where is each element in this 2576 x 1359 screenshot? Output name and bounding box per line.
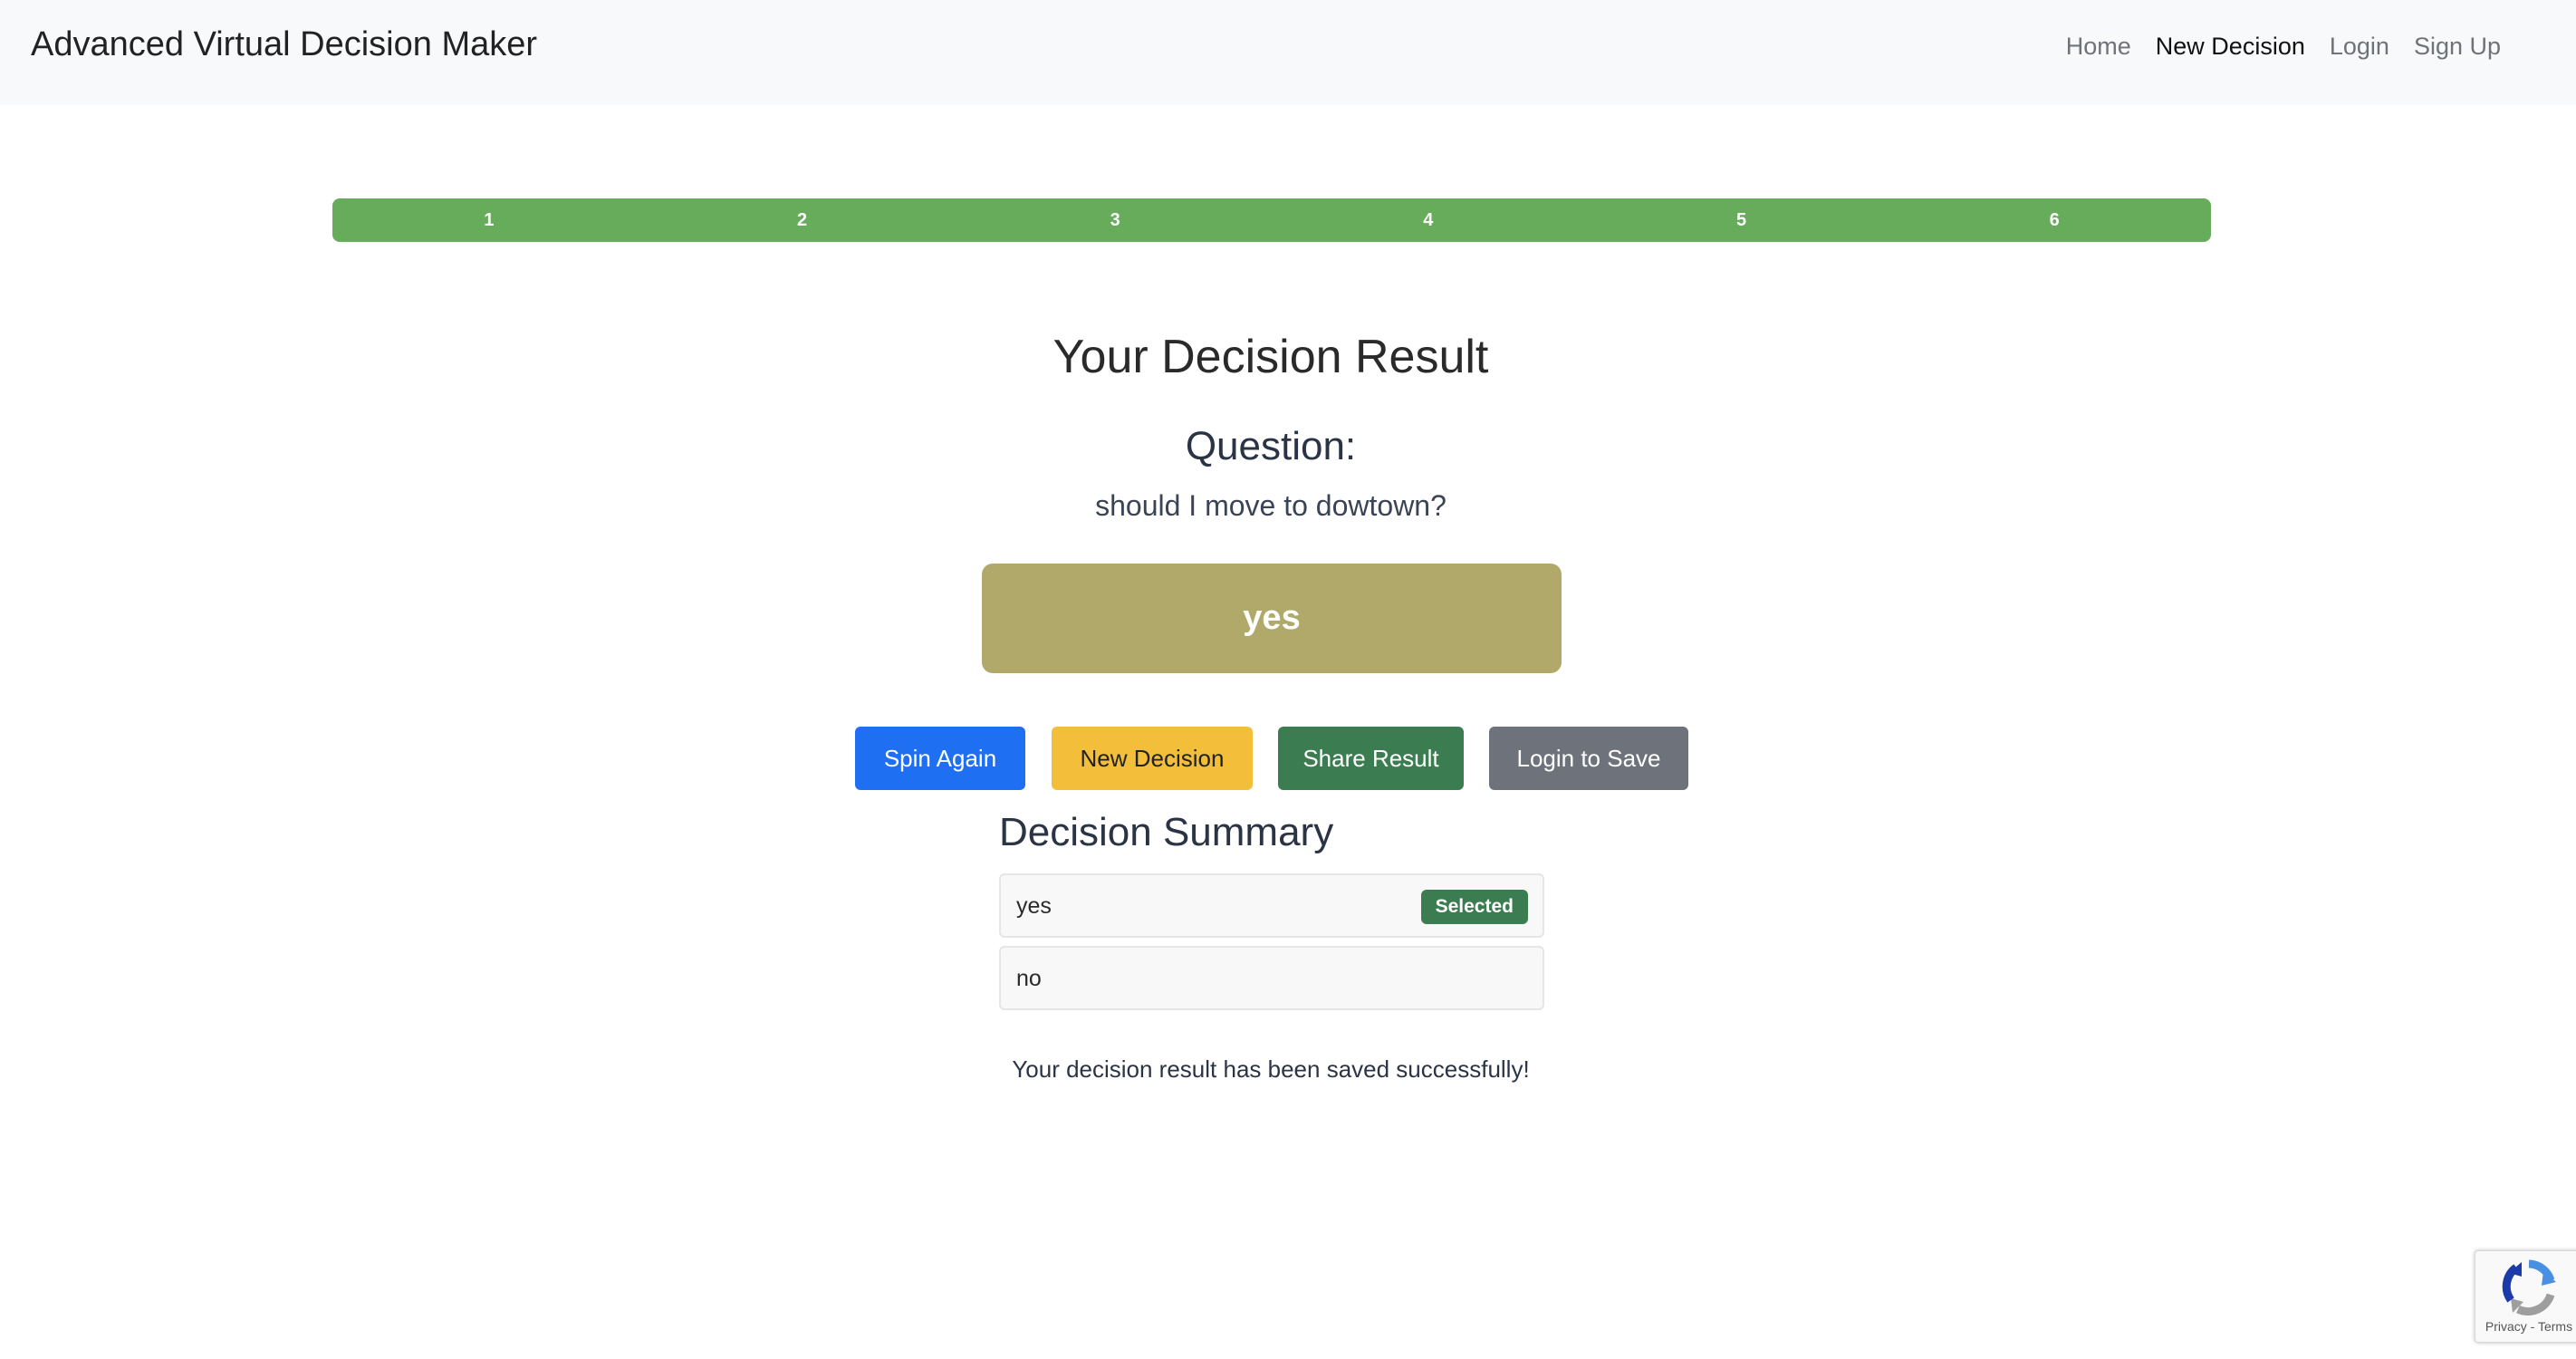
nav-link-new-decision[interactable]: New Decision (2156, 33, 2305, 61)
step-4: 4 (1423, 209, 1434, 230)
selected-badge: Selected (1420, 890, 1528, 924)
saved-message: Your decision result has been saved succ… (1012, 1055, 1530, 1083)
recaptcha-badge[interactable]: Privacy - Terms (2475, 1250, 2576, 1343)
step-3: 3 (1110, 209, 1120, 230)
nav-link-home[interactable]: Home (2066, 33, 2131, 61)
brand-link[interactable]: Advanced Virtual Decision Maker (31, 25, 537, 64)
recaptcha-links[interactable]: Privacy - Terms (2475, 1319, 2576, 1334)
summary-option-label: no (1016, 966, 1042, 991)
nav-links: Home New Decision Login Sign Up (2066, 33, 2501, 61)
summary-option: yes Selected (999, 873, 1544, 938)
share-result-button[interactable]: Share Result (1278, 727, 1464, 790)
question-text: should I move to dowtown? (1095, 489, 1447, 522)
step-1: 1 (484, 209, 495, 230)
recaptcha-icon (2502, 1259, 2556, 1316)
nav-link-sign-up[interactable]: Sign Up (2414, 33, 2501, 61)
page-title: Your Decision Result (1053, 331, 1489, 383)
navbar: Advanced Virtual Decision Maker Home New… (0, 0, 2576, 105)
summary-option: no (999, 946, 1544, 1010)
summary-option-label: yes (1016, 893, 1052, 919)
step-progress-bar: 1 2 3 4 5 6 (332, 198, 2211, 242)
new-decision-button[interactable]: New Decision (1052, 727, 1253, 790)
question-label: Question: (1185, 424, 1357, 468)
step-2: 2 (796, 209, 808, 230)
decision-result-box: yes (982, 564, 1562, 673)
step-5: 5 (1735, 209, 1747, 230)
nav-link-login[interactable]: Login (2330, 33, 2389, 61)
spin-again-button[interactable]: Spin Again (855, 727, 1025, 790)
login-to-save-button[interactable]: Login to Save (1489, 727, 1688, 790)
decision-summary-title: Decision Summary (999, 810, 1334, 854)
step-6: 6 (2049, 209, 2060, 230)
